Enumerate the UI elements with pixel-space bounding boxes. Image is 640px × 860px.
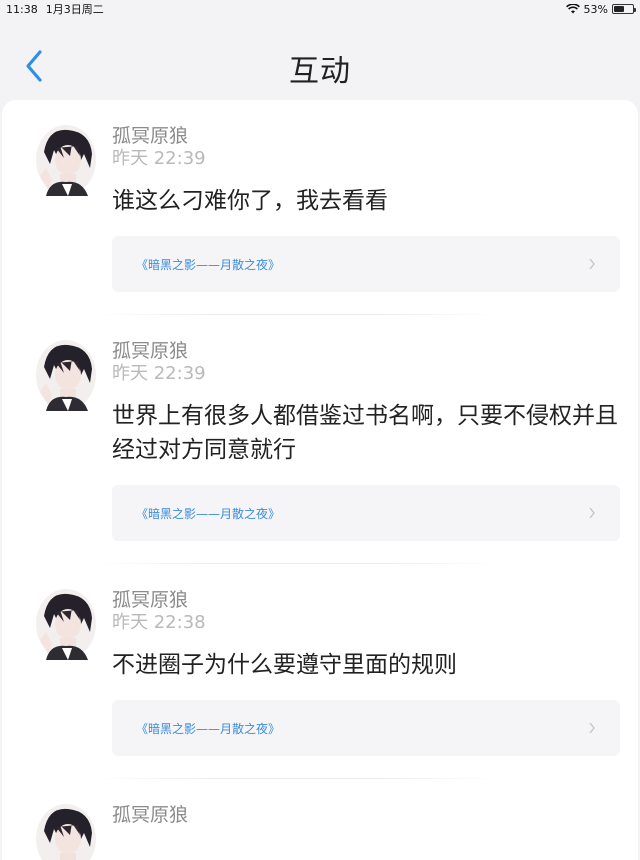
comment-body: 孤冥原狼 bbox=[112, 803, 620, 827]
book-link[interactable]: 《暗黑之影——月散之夜》 bbox=[112, 485, 620, 541]
book-link[interactable]: 《暗黑之影——月散之夜》 bbox=[112, 700, 620, 756]
chevron-right-icon bbox=[588, 258, 596, 270]
status-bar: 11:38 1月3日周二 53% bbox=[0, 0, 640, 18]
comment-text[interactable]: 世界上有很多人都借鉴过书名啊，只要不侵权并且经过对方同意就行 bbox=[112, 399, 620, 467]
comment-body: 孤冥原狼 昨天 22:39 世界上有很多人都借鉴过书名啊，只要不侵权并且经过对方… bbox=[112, 339, 620, 541]
comment-item: 孤冥原狼 昨天 22:38 不进圈子为什么要遵守里面的规则 《暗黑之影——月散之… bbox=[2, 564, 638, 779]
comment-text[interactable]: 谁这么刁难你了，我去看看 bbox=[112, 184, 620, 218]
book-title: 《暗黑之影——月散之夜》 bbox=[136, 506, 281, 521]
comment-body: 孤冥原狼 昨天 22:39 谁这么刁难你了，我去看看 《暗黑之影——月散之夜》 bbox=[112, 124, 620, 292]
avatar[interactable] bbox=[34, 339, 98, 411]
book-title: 《暗黑之影——月散之夜》 bbox=[136, 721, 281, 736]
user-name[interactable]: 孤冥原狼 bbox=[112, 803, 620, 827]
user-name[interactable]: 孤冥原狼 bbox=[112, 339, 620, 363]
status-date: 1月3日周二 bbox=[45, 3, 104, 16]
battery-fill bbox=[614, 6, 624, 12]
avatar[interactable] bbox=[34, 588, 98, 660]
status-left: 11:38 1月3日周二 bbox=[6, 1, 104, 17]
page-title: 互动 bbox=[289, 54, 351, 89]
comment-time: 昨天 22:39 bbox=[112, 363, 206, 384]
user-name[interactable]: 孤冥原狼 bbox=[112, 124, 620, 148]
comment-list[interactable]: 孤冥原狼 昨天 22:39 谁这么刁难你了，我去看看 《暗黑之影——月散之夜》 … bbox=[2, 100, 638, 860]
comment-body: 孤冥原狼 昨天 22:38 不进圈子为什么要遵守里面的规则 《暗黑之影——月散之… bbox=[112, 588, 620, 756]
comment-item: 孤冥原狼 bbox=[2, 779, 638, 860]
book-title: 《暗黑之影——月散之夜》 bbox=[136, 257, 281, 272]
user-name[interactable]: 孤冥原狼 bbox=[112, 588, 620, 612]
chevron-right-icon bbox=[588, 507, 596, 519]
book-link[interactable]: 《暗黑之影——月散之夜》 bbox=[112, 236, 620, 292]
comment-text[interactable]: 不进圈子为什么要遵守里面的规则 bbox=[112, 648, 620, 682]
comment-time: 昨天 22:38 bbox=[112, 612, 206, 633]
status-right: 53% bbox=[565, 2, 636, 16]
status-time: 11:38 bbox=[6, 2, 38, 16]
battery-percent: 53% bbox=[583, 2, 608, 16]
battery-icon bbox=[612, 4, 636, 14]
avatar[interactable] bbox=[34, 803, 98, 860]
comment-item: 孤冥原狼 昨天 22:39 谁这么刁难你了，我去看看 《暗黑之影——月散之夜》 bbox=[2, 100, 638, 315]
header: 互动 bbox=[0, 18, 640, 102]
avatar[interactable] bbox=[34, 124, 98, 196]
comment-time: 昨天 22:39 bbox=[112, 148, 206, 169]
comment-item: 孤冥原狼 昨天 22:39 世界上有很多人都借鉴过书名啊，只要不侵权并且经过对方… bbox=[2, 315, 638, 564]
chevron-right-icon bbox=[588, 722, 596, 734]
wifi-icon bbox=[565, 4, 580, 14]
